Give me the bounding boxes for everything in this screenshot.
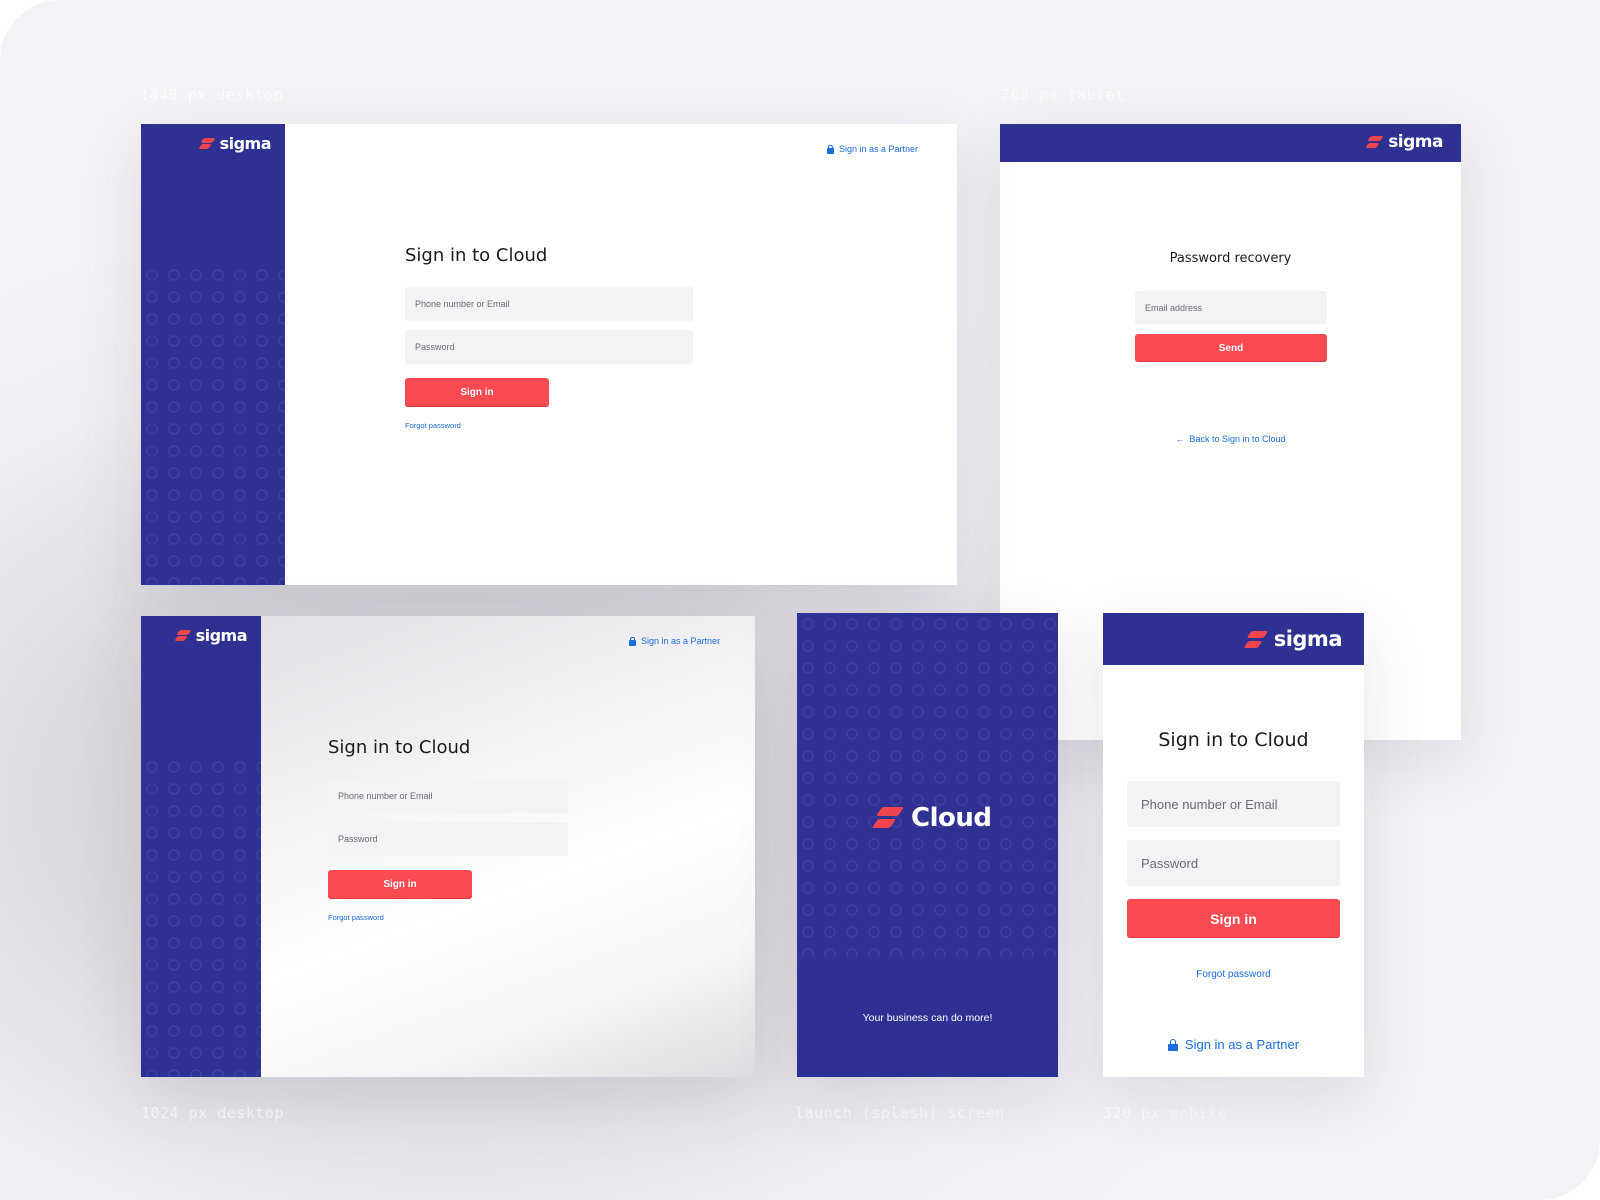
login-field[interactable]: Phone number or Email — [328, 779, 568, 813]
password-field[interactable]: Password — [328, 822, 568, 856]
sign-in-button[interactable]: Sign in — [405, 378, 549, 407]
sign-in-partner-link[interactable]: Sign in as a Partner — [1103, 1037, 1364, 1052]
sign-in-button[interactable]: Sign in — [328, 870, 472, 899]
page-title: Sign in to Cloud — [405, 245, 548, 266]
login-field[interactable]: Phone number or Email — [1127, 781, 1340, 827]
back-link-label: Back to Sign in to Cloud — [1189, 434, 1286, 444]
mobile-header: sigma — [1103, 613, 1364, 665]
sign-in-partner-link[interactable]: Sign in as a Partner — [629, 636, 720, 646]
mobile-320-screen: sigma Sign in to Cloud Phone number or E… — [1103, 613, 1364, 1077]
caption-desktop-1440: 1440 px desktop — [140, 86, 283, 104]
sign-in-button[interactable]: Sign in — [1127, 899, 1340, 938]
lock-icon — [827, 144, 834, 154]
page-title: Sign in to Cloud — [328, 737, 471, 758]
splash-screen: Cloud Your business can do more! — [797, 613, 1058, 1077]
sigma-logo-text: sigma — [1273, 627, 1343, 651]
page-title: Sign in to Cloud — [1158, 729, 1309, 751]
icon-pattern — [141, 756, 261, 1077]
sigma-logo[interactable]: sigma — [1243, 627, 1343, 651]
lock-icon — [1167, 1038, 1178, 1051]
partner-link-label: Sign in as a Partner — [1184, 1037, 1300, 1052]
caption-desktop-1024: 1024 px desktop — [141, 1104, 284, 1122]
lock-icon — [629, 636, 636, 646]
arrow-left-icon: ← — [1175, 434, 1185, 444]
login-placeholder: Phone number or Email — [415, 299, 510, 309]
icon-pattern — [141, 264, 285, 585]
desktop-1440-screen: sigma Sign in as a Partner Sign in to Cl… — [141, 124, 957, 585]
password-field[interactable]: Password — [1127, 840, 1340, 886]
partner-link-label: Sign in as a Partner — [641, 636, 721, 646]
desktop-1024-screen: sigma Sign in as a Partner Sign in to Cl… — [141, 616, 755, 1077]
brand-sidebar: sigma — [141, 124, 285, 585]
sigma-logo[interactable]: sigma — [1365, 132, 1443, 152]
showcase-canvas: 1440 px desktop 768 px tablet 1024 px de… — [0, 0, 1600, 1200]
forgot-password-link[interactable]: Forgot password — [328, 913, 384, 922]
tablet-header: sigma — [1000, 124, 1461, 162]
sigma-logo-icon — [173, 629, 192, 642]
sigma-logo-text: sigma — [219, 134, 272, 153]
cloud-logo: Cloud — [871, 803, 992, 833]
forgot-password-link[interactable]: Forgot password — [1103, 969, 1364, 980]
email-placeholder: Email address — [1145, 302, 1203, 313]
product-name: Cloud — [911, 803, 992, 833]
login-placeholder: Phone number or Email — [338, 791, 433, 801]
send-button[interactable]: Send — [1135, 334, 1327, 362]
password-placeholder: Password — [338, 834, 378, 844]
caption-tablet-768: 768 px tablet — [1001, 86, 1125, 104]
sigma-logo[interactable]: sigma — [173, 626, 248, 645]
cloud-logo-icon — [871, 806, 905, 830]
sigma-logo[interactable]: sigma — [197, 134, 272, 153]
sigma-logo-icon — [197, 137, 216, 150]
password-placeholder: Password — [1141, 855, 1199, 871]
sigma-logo-icon — [1243, 630, 1269, 649]
sigma-logo-text: sigma — [1388, 132, 1443, 152]
login-field[interactable]: Phone number or Email — [405, 287, 693, 321]
back-to-sign-in-link[interactable]: ← Back to Sign in to Cloud — [1000, 434, 1461, 444]
login-placeholder: Phone number or Email — [1141, 796, 1278, 812]
brand-sidebar: sigma — [141, 616, 261, 1077]
splash-tagline: Your business can do more! — [862, 1012, 993, 1024]
page-title: Password recovery — [1169, 251, 1292, 266]
caption-mobile-320: 320 px mobile — [1103, 1104, 1227, 1122]
sign-in-partner-link[interactable]: Sign in as a Partner — [827, 144, 918, 154]
sigma-logo-icon — [1365, 135, 1384, 149]
caption-splash: launch (splash) screen — [795, 1104, 1005, 1122]
email-field[interactable]: Email address — [1135, 291, 1327, 324]
forgot-password-link[interactable]: Forgot password — [405, 421, 461, 430]
icon-pattern — [797, 613, 1058, 957]
sigma-logo-text: sigma — [195, 626, 248, 645]
password-field[interactable]: Password — [405, 330, 693, 364]
password-placeholder: Password — [415, 342, 455, 352]
partner-link-label: Sign in as a Partner — [839, 144, 919, 154]
